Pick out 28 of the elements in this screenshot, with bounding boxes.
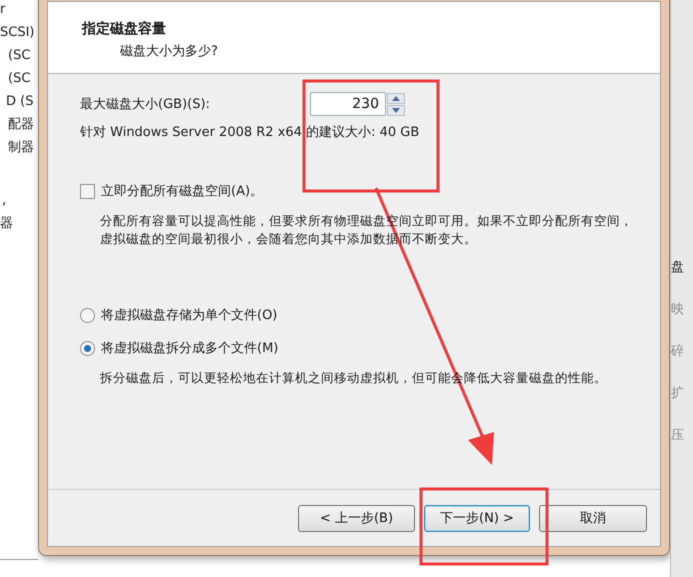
background-list-item: D (S [6, 93, 34, 111]
storage-option-label[interactable]: 将虚拟磁盘拆分成多个文件(M) [101, 339, 278, 357]
background-list-item: (SC [8, 47, 30, 65]
background-list-item: 扩 [671, 385, 684, 403]
background-list-item: 器 [0, 215, 13, 233]
radio-button[interactable] [80, 340, 95, 356]
wizard-button[interactable]: < 上一步(B) [298, 504, 415, 532]
size-field[interactable]: 230 [310, 92, 386, 116]
background-list-item: 盘 [671, 259, 684, 277]
background-list-item: 碎 [671, 343, 684, 361]
background-list-item: 压 [671, 427, 684, 445]
background-list-item: 制器 [8, 139, 34, 157]
wizard-button[interactable]: 下一步(N) > [424, 504, 530, 532]
background-list-item: SCSI) [0, 24, 34, 42]
allocate-checkbox[interactable] [80, 184, 95, 198]
allocate-label[interactable]: 立即分配所有磁盘空间(A)。 [101, 182, 264, 200]
recommended-size-text: 针对 Windows Server 2008 R2 x64 的建议大小: 40 GB [80, 124, 420, 142]
size-label: 最大磁盘大小(GB)(S): [80, 96, 211, 113]
background-list-item: r [0, 1, 6, 19]
radio-button[interactable] [80, 308, 95, 322]
storage-option-label[interactable]: 将虚拟磁盘存储为单个文件(O) [101, 306, 278, 324]
background-list-item: 配器 [8, 116, 34, 134]
background-list-item: , [2, 192, 6, 210]
wizard-button[interactable]: 取消 [539, 504, 647, 532]
step-title: 指定磁盘容量 [82, 20, 167, 38]
background-list-item: (SC [8, 70, 30, 88]
background-list-item: 映 [671, 301, 684, 319]
step-subtitle: 磁盘大小为多少? [120, 43, 219, 60]
